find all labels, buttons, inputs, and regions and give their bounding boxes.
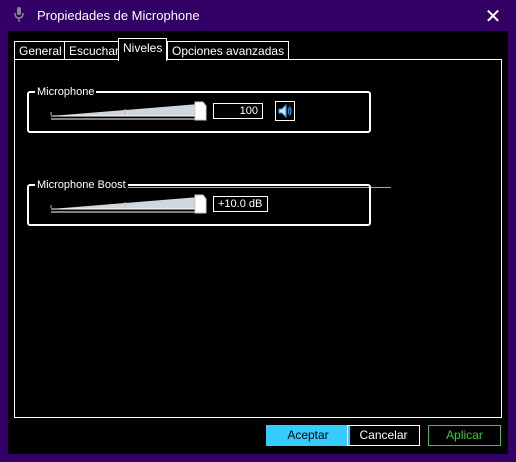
ok-label: Aceptar [287, 428, 329, 442]
microphone-level-input[interactable]: 100 [213, 103, 263, 119]
boost-group: Microphone Boost +10.0 dB [27, 178, 371, 226]
properties-window: Propiedades de Microphone ✕ General Escu… [0, 0, 516, 462]
tab-niveles[interactable]: Niveles [118, 38, 168, 61]
microphone-level-value: 100 [239, 105, 258, 117]
microphone-icon [14, 7, 24, 22]
tab-label: Niveles [123, 41, 163, 55]
ok-button[interactable]: Aceptar [266, 425, 350, 446]
apply-label: Aplicar [446, 428, 483, 442]
tab-label: Opciones avanzadas [172, 44, 285, 58]
close-button[interactable]: ✕ [470, 0, 516, 31]
boost-value: +10.0 dB [218, 198, 263, 210]
title-bar[interactable]: Propiedades de Microphone ✕ [0, 0, 516, 31]
mute-button[interactable] [275, 101, 295, 121]
window-title: Propiedades de Microphone [37, 8, 200, 23]
levels-panel: Microphone 100 Microphone Boost +10.0 dB [14, 59, 502, 418]
cancel-button[interactable]: Cancelar [347, 425, 420, 446]
microphone-label: Microphone [35, 85, 97, 99]
boost-slider-thumb [194, 194, 207, 214]
tab-label: Escuchar [69, 44, 120, 58]
close-icon: ✕ [484, 3, 502, 28]
tab-opciones-avanzadas[interactable]: Opciones avanzadas [167, 41, 290, 60]
apply-button[interactable]: Aplicar [428, 425, 501, 446]
boost-label: Microphone Boost [35, 178, 128, 192]
boost-value-box[interactable]: +10.0 dB [213, 196, 268, 212]
speaker-icon [278, 103, 292, 119]
client-area: General Escuchar Niveles Opciones avanza… [8, 31, 508, 454]
microphone-slider[interactable] [49, 99, 209, 121]
boost-slider[interactable] [49, 192, 209, 214]
tab-escuchar[interactable]: Escuchar [64, 41, 125, 60]
tab-general[interactable]: General [14, 41, 67, 60]
microphone-group: Microphone 100 [27, 85, 371, 133]
microphone-slider-thumb [194, 101, 207, 121]
cancel-label: Cancelar [359, 428, 408, 442]
tab-label: General [19, 44, 62, 58]
